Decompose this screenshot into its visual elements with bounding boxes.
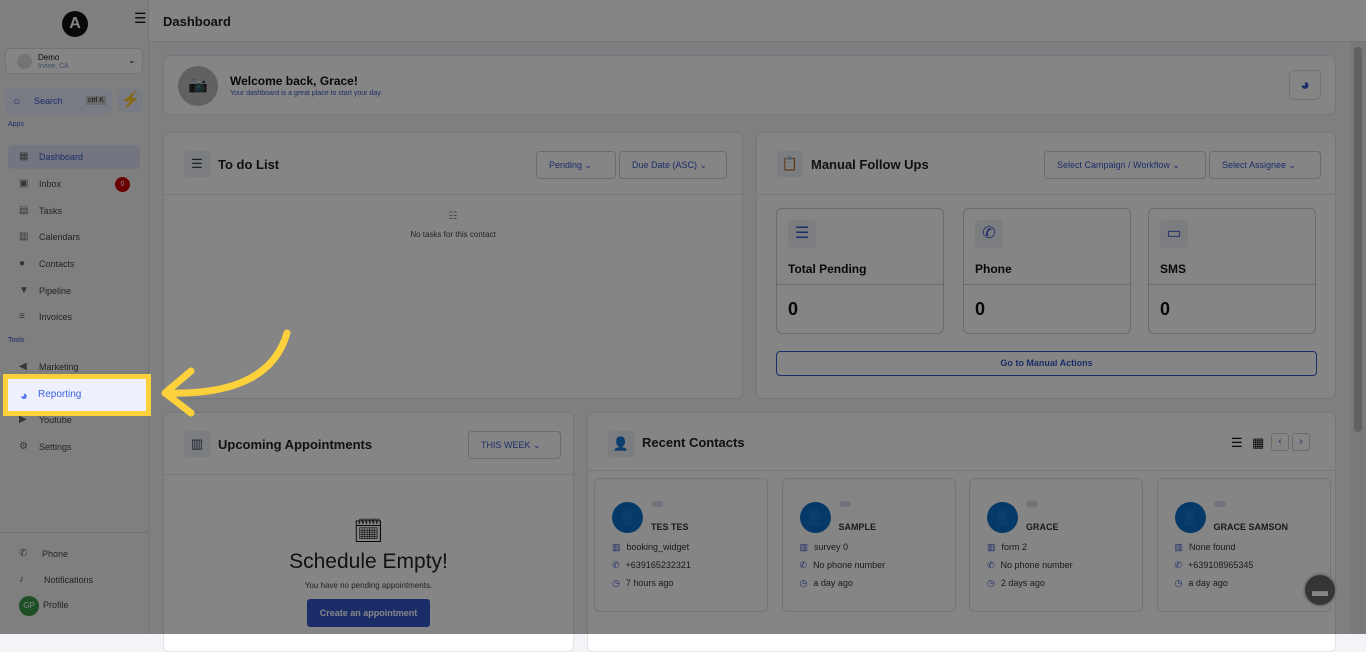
pie-chart-icon: ◕ [20, 388, 28, 403]
sidebar-item-reporting[interactable]: ◕ Reporting [3, 374, 151, 416]
dim-overlay [0, 0, 1366, 634]
sidebar-item-label: Reporting [38, 389, 82, 400]
pointer-arrow-icon [161, 329, 291, 417]
